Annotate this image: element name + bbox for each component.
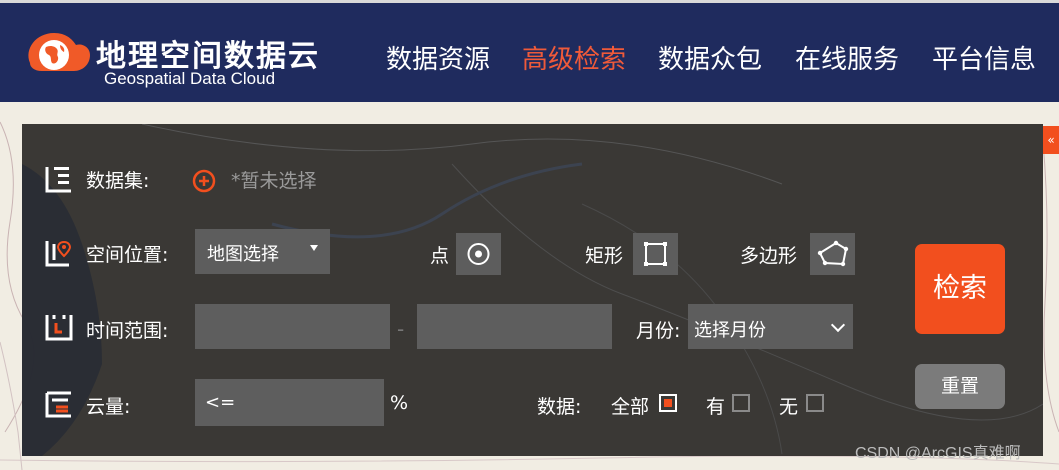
time-range-label: 时间范围:	[86, 320, 169, 342]
cloud-operator: <=	[205, 392, 236, 413]
rectangle-button[interactable]	[633, 233, 678, 275]
month-label: 月份:	[636, 320, 681, 342]
brand-title-en: Geospatial Data Cloud	[104, 69, 276, 88]
plus-circle-icon[interactable]	[192, 169, 216, 193]
option-yes-label: 有	[706, 396, 726, 418]
data-filter-label: 数据:	[537, 396, 582, 418]
dataset-icon	[45, 167, 71, 193]
watermark: CSDN @ArcGIS真难啊	[855, 445, 1021, 462]
time-range-icon	[45, 315, 73, 341]
point-button[interactable]	[456, 233, 501, 275]
option-no-label: 无	[779, 396, 799, 418]
month-select-value: 选择月份	[694, 320, 766, 341]
start-date-input[interactable]	[195, 304, 390, 349]
option-all-checkbox[interactable]	[659, 394, 677, 412]
dataset-placeholder: *暂未选择	[231, 170, 317, 192]
nav-advanced-search[interactable]: 高级检索	[522, 39, 626, 75]
location-label: 空间位置:	[86, 244, 169, 266]
panel-collapse-tab[interactable]: «	[1043, 126, 1059, 154]
nav-online-services[interactable]: 在线服务	[795, 39, 899, 75]
chevron-down-icon	[830, 317, 846, 333]
nav-data-resources[interactable]: 数据资源	[386, 39, 490, 75]
date-separator: -	[397, 317, 405, 341]
reset-button[interactable]: 重置	[915, 364, 1005, 409]
point-target-icon	[467, 243, 490, 265]
cloud-cover-icon	[45, 391, 71, 418]
globe-logo-icon	[28, 33, 90, 71]
location-icon	[45, 240, 72, 267]
option-yes-checkbox[interactable]	[732, 394, 750, 412]
end-date-input[interactable]	[417, 304, 612, 349]
top-navbar: 地理空间数据云 Geospatial Data Cloud 数据资源 高级检索 …	[0, 0, 1059, 102]
cloud-cover-label: 云量:	[86, 396, 131, 418]
search-button[interactable]: 检索	[915, 244, 1005, 334]
cloud-cover-input[interactable]: <=	[195, 379, 384, 426]
rectangle-icon	[644, 242, 667, 266]
rectangle-label: 矩形	[585, 245, 624, 267]
polygon-label: 多边形	[740, 245, 798, 267]
option-all-label: 全部	[611, 396, 650, 418]
panel-map-shadow	[22, 124, 1043, 456]
caret-down-icon	[310, 245, 318, 251]
advanced-search-panel	[22, 124, 1043, 456]
polygon-icon	[817, 240, 849, 267]
percent-unit: %	[390, 392, 409, 414]
location-mode-value: 地图选择	[207, 244, 279, 265]
point-label: 点	[430, 245, 450, 267]
polygon-button[interactable]	[810, 233, 855, 275]
option-no-checkbox[interactable]	[806, 394, 824, 412]
month-select[interactable]: 选择月份	[688, 304, 853, 349]
nav-crowdsourcing[interactable]: 数据众包	[658, 39, 762, 75]
location-mode-select[interactable]: 地图选择	[195, 229, 330, 274]
dataset-label: 数据集:	[86, 170, 150, 192]
nav-platform-info[interactable]: 平台信息	[932, 39, 1036, 75]
